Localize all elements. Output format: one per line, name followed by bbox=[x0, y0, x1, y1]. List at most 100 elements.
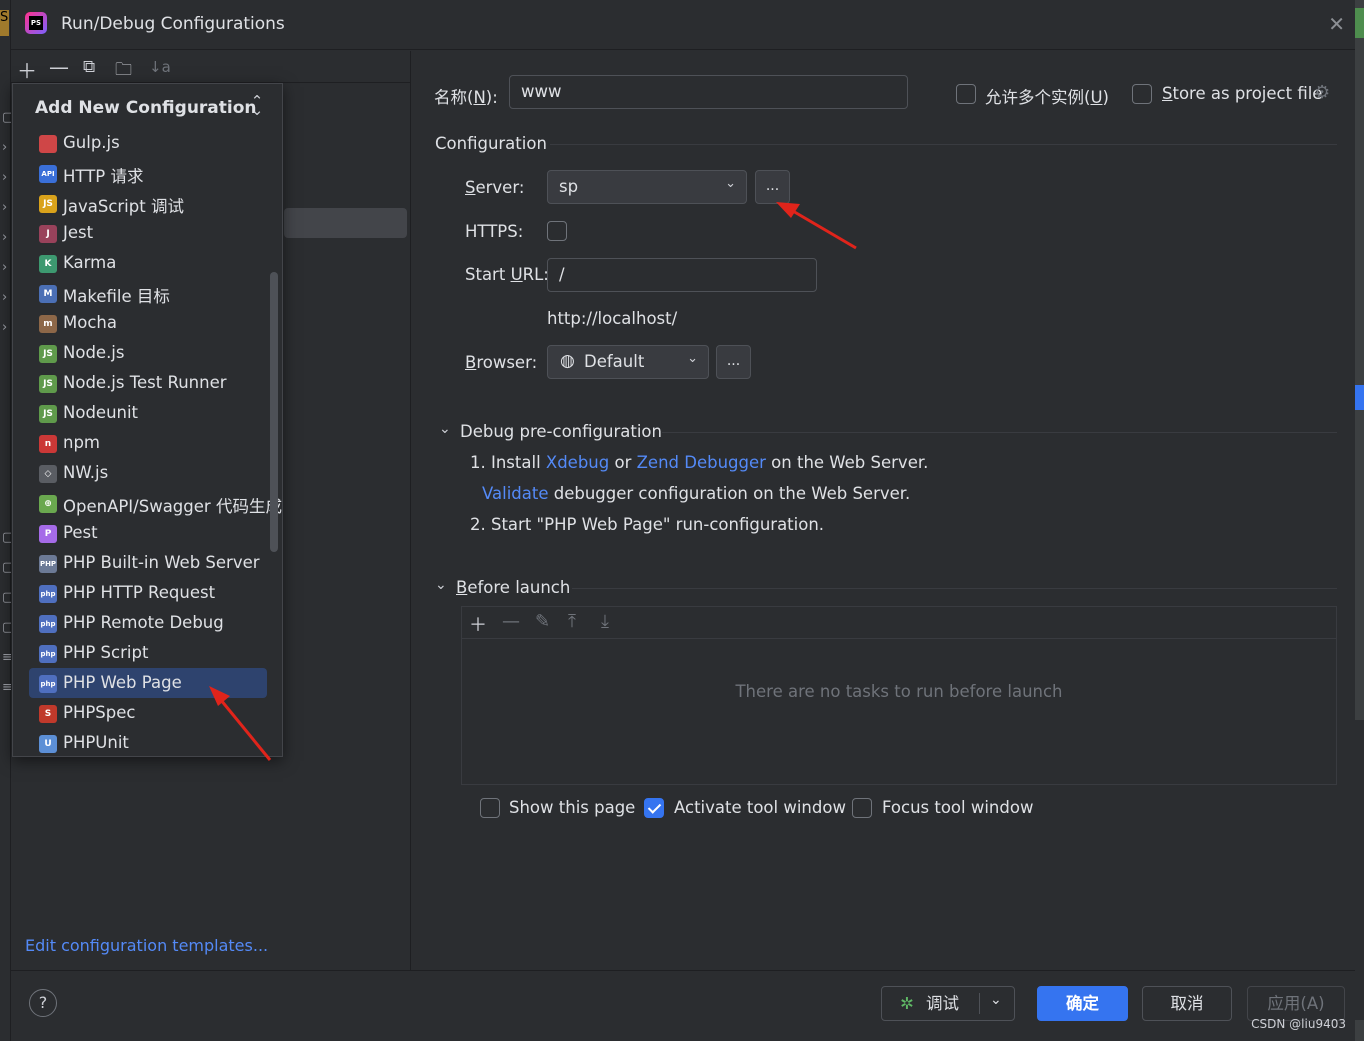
show-page-label: Show this page bbox=[509, 798, 636, 817]
validate-link[interactable]: Validate bbox=[482, 484, 549, 503]
sort-icon[interactable]: ↓a bbox=[149, 58, 171, 76]
resolved-url-link[interactable]: http://localhost/ bbox=[547, 309, 677, 328]
edge-square-icon: ▢ bbox=[2, 560, 15, 575]
config-type-item[interactable]: U PHPUnit bbox=[29, 728, 267, 756]
chevron-down-icon[interactable]: ⌄ bbox=[990, 984, 1002, 1017]
browser-browse-button[interactable]: ... bbox=[716, 345, 751, 379]
edge-chevron-icon: › bbox=[2, 140, 8, 155]
start-url-label: Start URL: bbox=[465, 265, 549, 284]
config-type-item[interactable]: JS Node.js bbox=[29, 338, 267, 368]
focus-tool-window-checkbox[interactable] bbox=[852, 798, 872, 818]
php-http-request-icon: php bbox=[39, 585, 57, 603]
apply-button[interactable]: 应用(A) bbox=[1247, 986, 1345, 1021]
section-divider bbox=[662, 432, 1337, 433]
debug-split-button[interactable]: ✲ 调试 ⌄ bbox=[881, 986, 1015, 1021]
openapi-icon: ⊕ bbox=[39, 495, 57, 513]
config-type-item[interactable]: ⊕ OpenAPI/Swagger 代码生成 bbox=[29, 488, 282, 518]
config-type-item[interactable]: Gulp.js bbox=[29, 128, 267, 158]
config-type-item[interactable]: P Pest bbox=[29, 518, 267, 548]
ide-right-edge bbox=[1355, 0, 1364, 1041]
config-type-item[interactable]: J Jest bbox=[29, 218, 267, 248]
browser-dropdown[interactable]: ◍ Default ⌄ bbox=[547, 345, 709, 379]
config-type-label: JavaScript 调试 bbox=[63, 197, 184, 216]
edge-square-icon: ▢ bbox=[2, 620, 15, 635]
config-type-item[interactable]: ◇ NW.js bbox=[29, 458, 267, 488]
config-type-item[interactable]: API HTTP 请求 bbox=[29, 158, 267, 188]
config-type-item[interactable]: JS Node.js Test Runner bbox=[29, 368, 267, 398]
before-launch-tasks-panel: ＋ — ✎ ⤒ ⤓ There are no tasks to run befo… bbox=[461, 606, 1337, 785]
karma-icon: K bbox=[39, 255, 57, 273]
dialog-footer: ? ✲ 调试 ⌄ 确定 取消 应用(A) bbox=[11, 970, 1355, 1034]
config-type-label: PHPUnit bbox=[63, 733, 129, 752]
plus-icon[interactable]: ＋ bbox=[469, 611, 487, 637]
nwjs-icon: ◇ bbox=[39, 465, 57, 483]
focus-tool-window-label: Focus tool window bbox=[882, 798, 1034, 817]
move-down-icon[interactable]: ⤓ bbox=[601, 611, 609, 632]
edit-pencil-icon[interactable]: ✎ bbox=[535, 611, 550, 632]
plus-icon[interactable]: ＋ bbox=[17, 55, 37, 84]
https-checkbox[interactable] bbox=[547, 221, 567, 241]
config-type-label: PHP Remote Debug bbox=[63, 613, 224, 632]
folder-add-icon[interactable]: 🗀 bbox=[115, 57, 132, 86]
config-type-label: HTTP 请求 bbox=[63, 167, 144, 186]
http-api-icon: API bbox=[39, 165, 57, 183]
chevron-down-icon[interactable]: ⌄ bbox=[439, 421, 451, 437]
config-type-item[interactable]: JS JavaScript 调试 bbox=[29, 188, 267, 218]
cancel-button[interactable]: 取消 bbox=[1142, 986, 1232, 1021]
javascript-icon: JS bbox=[39, 195, 57, 213]
chevron-down-icon: ⌄ bbox=[687, 351, 698, 366]
php-web-page-icon: php bbox=[39, 675, 57, 693]
mocha-icon: m bbox=[39, 315, 57, 333]
ok-button[interactable]: 确定 bbox=[1037, 986, 1128, 1021]
edge-chevron-icon: › bbox=[2, 290, 8, 305]
config-type-item[interactable]: php PHP Script bbox=[29, 638, 267, 668]
configuration-section-title: Configuration bbox=[435, 134, 547, 153]
config-type-item[interactable]: n npm bbox=[29, 428, 267, 458]
phpstorm-logo-icon: PS bbox=[25, 12, 47, 34]
show-page-checkbox[interactable] bbox=[480, 798, 500, 818]
before-launch-title[interactable]: Before launch bbox=[456, 578, 570, 597]
edge-chevron-icon: › bbox=[2, 320, 8, 335]
move-up-icon[interactable]: ⤒ bbox=[568, 611, 576, 632]
name-input[interactable]: www bbox=[509, 75, 908, 109]
activate-tool-window-checkbox[interactable] bbox=[644, 798, 664, 818]
debug-preconfig-title[interactable]: Debug pre-configuration bbox=[460, 422, 662, 441]
tree-selected-row[interactable] bbox=[284, 208, 407, 238]
pest-icon: P bbox=[39, 525, 57, 543]
zend-debugger-link[interactable]: Zend Debugger bbox=[637, 453, 766, 472]
copy-icon[interactable]: ⧉ bbox=[83, 57, 95, 77]
start-url-input[interactable]: / bbox=[547, 258, 817, 292]
minus-icon[interactable]: — bbox=[502, 611, 520, 632]
chevron-down-icon: ⌄ bbox=[725, 176, 736, 191]
edit-templates-link[interactable]: Edit configuration templates... bbox=[25, 936, 268, 955]
config-type-item[interactable]: m Mocha bbox=[29, 308, 267, 338]
edge-chevron-icon: › bbox=[2, 230, 8, 245]
config-type-label: PHP Web Page bbox=[63, 673, 182, 692]
config-type-item[interactable]: php PHP HTTP Request bbox=[29, 578, 267, 608]
config-type-item[interactable]: K Karma bbox=[29, 248, 267, 278]
edge-indicator bbox=[1355, 720, 1364, 1020]
xdebug-link[interactable]: Xdebug bbox=[546, 453, 609, 472]
config-type-item[interactable]: M Makefile 目标 bbox=[29, 278, 267, 308]
allow-multiple-checkbox[interactable] bbox=[956, 84, 976, 104]
settings-gear-icon[interactable]: ⚙ bbox=[1314, 82, 1330, 103]
server-dropdown[interactable]: sp ⌄ bbox=[547, 170, 747, 204]
config-type-item[interactable]: PHP PHP Built-in Web Server bbox=[29, 548, 267, 578]
config-type-item[interactable]: php PHP Web Page bbox=[29, 668, 267, 698]
config-type-item[interactable]: JS Nodeunit bbox=[29, 398, 267, 428]
store-project-file-label: Store as project file bbox=[1162, 84, 1323, 103]
collapse-icon[interactable]: ⌃ ⌄ bbox=[250, 94, 264, 118]
help-button[interactable]: ? bbox=[29, 989, 57, 1017]
ide-edge-tab: S bbox=[0, 10, 9, 36]
minus-icon[interactable]: — bbox=[49, 55, 69, 79]
ide-left-edge: S ▢ › › › › › › › ▢ ▢ ▢ ▢ ≡ ≡ bbox=[0, 0, 15, 1041]
chevron-down-icon[interactable]: ⌄ bbox=[435, 577, 447, 593]
store-project-file-checkbox[interactable] bbox=[1132, 84, 1152, 104]
config-type-item[interactable]: S PHPSpec bbox=[29, 698, 267, 728]
close-icon[interactable]: ✕ bbox=[1328, 12, 1345, 36]
popup-scrollbar[interactable] bbox=[270, 272, 278, 552]
php-script-icon: php bbox=[39, 645, 57, 663]
server-browse-button[interactable]: ... bbox=[755, 170, 790, 204]
bug-icon: ✲ bbox=[900, 994, 914, 1013]
config-type-item[interactable]: php PHP Remote Debug bbox=[29, 608, 267, 638]
